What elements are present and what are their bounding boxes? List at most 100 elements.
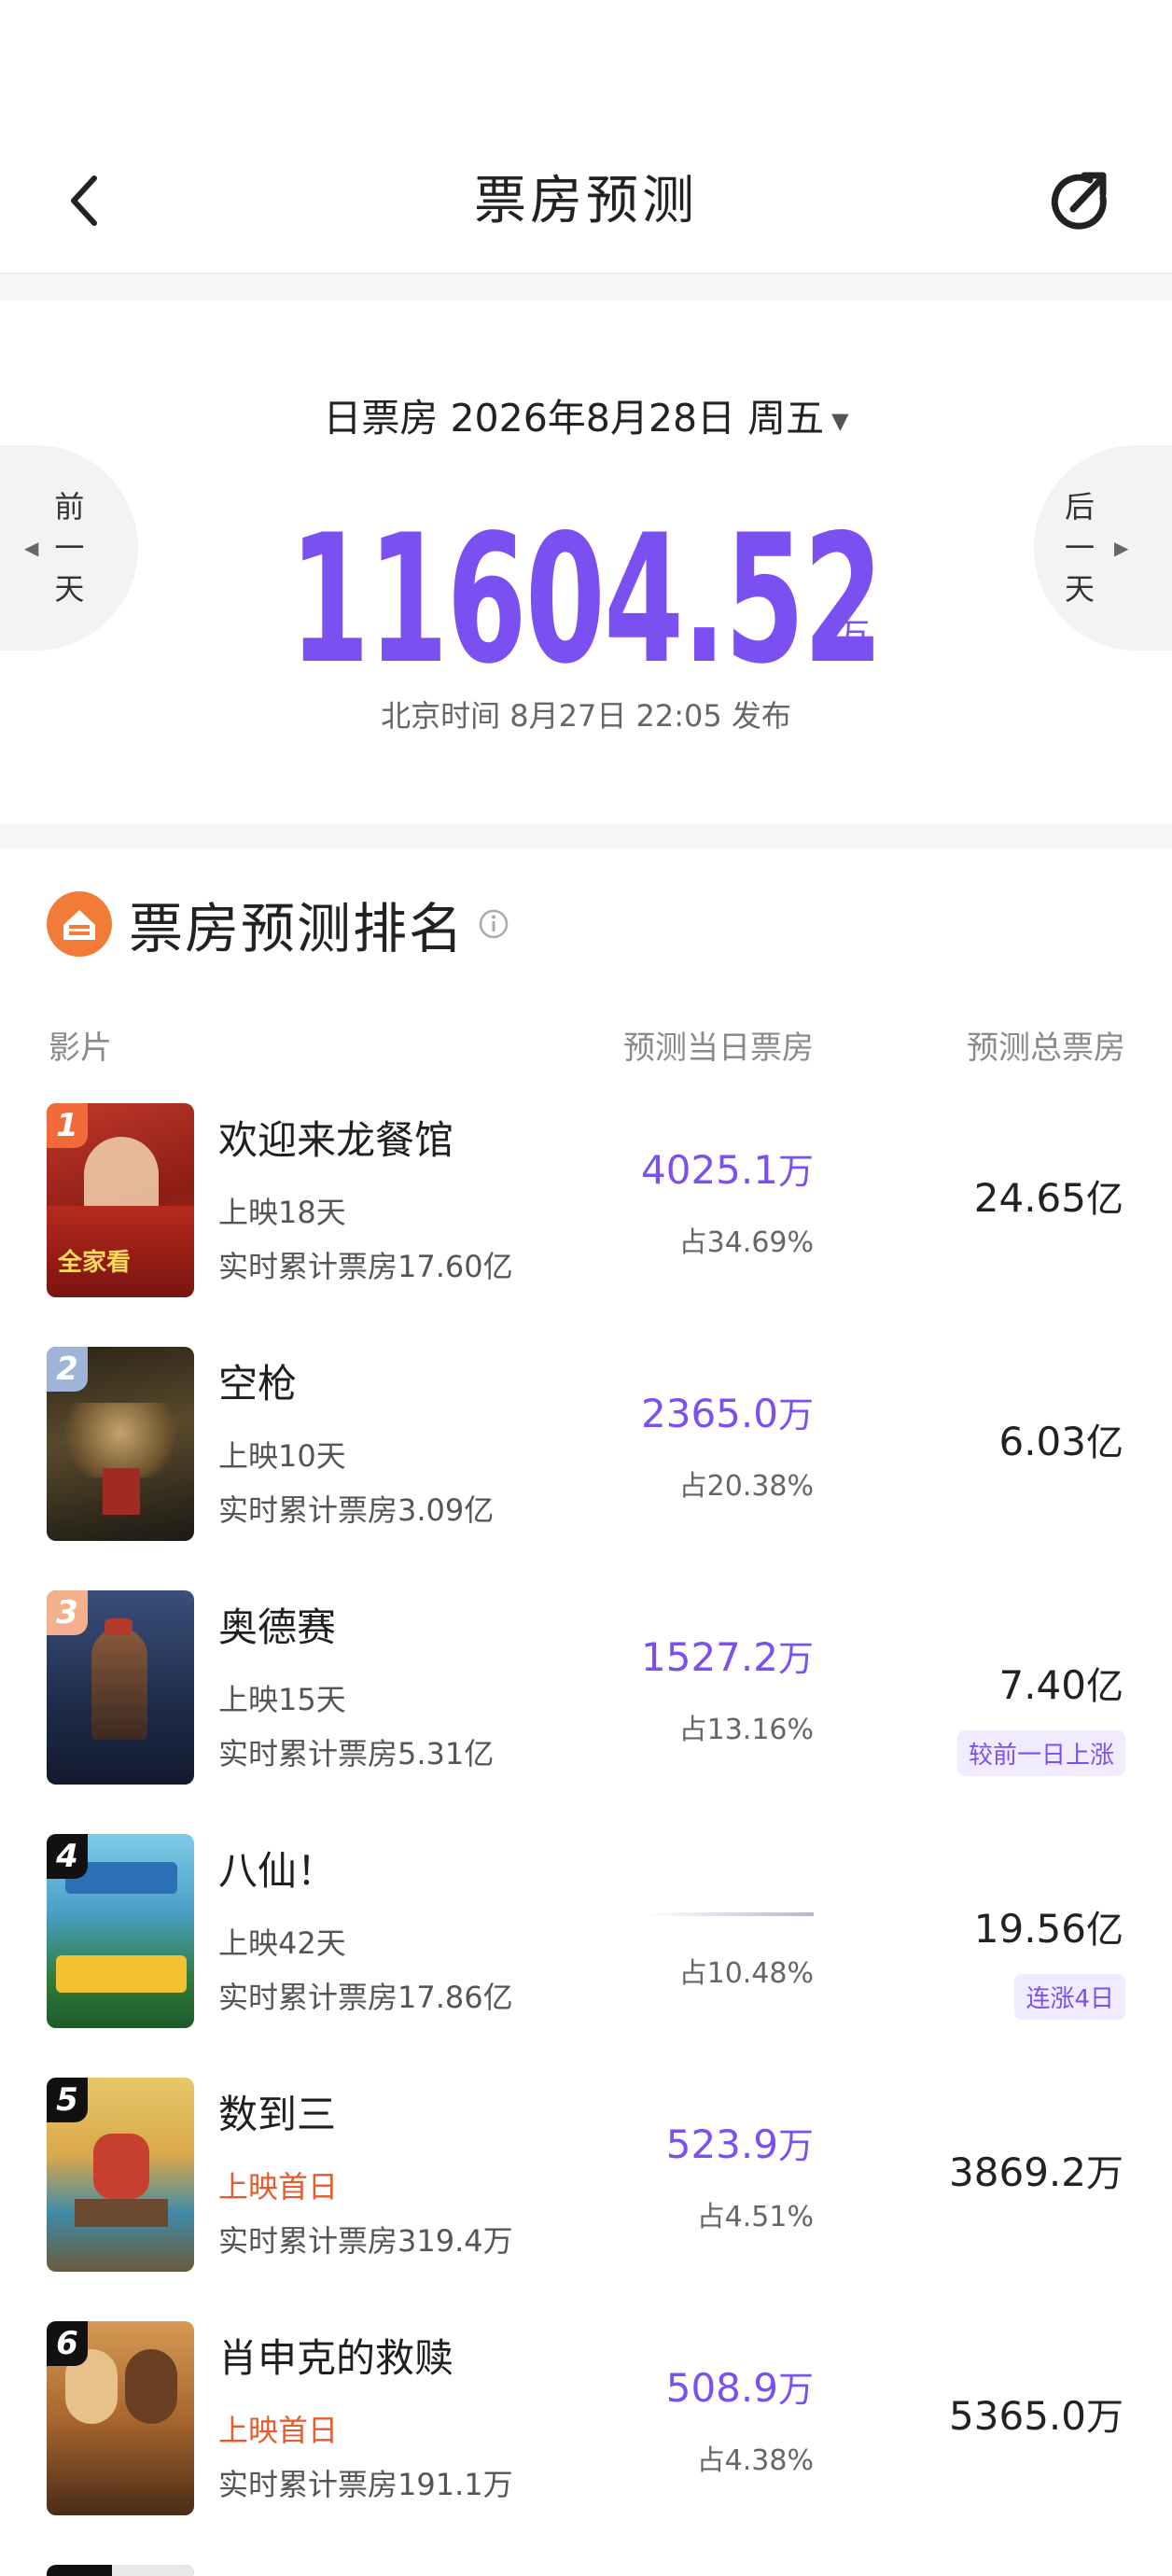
column-header-total[interactable]: 预测总票房 xyxy=(967,1022,1125,1068)
cumulative-box-office: 实时累计票房319.4万 xyxy=(218,2223,513,2259)
film-row[interactable]: 3 奥德赛 上映15天 实时累计票房5.31亿 1527.2万 占13.16% … xyxy=(0,1590,1172,1833)
market-share: 占20.38% xyxy=(678,1470,814,1503)
film-name: 奥德赛 xyxy=(218,1604,337,1650)
dropdown-caret-icon: ▼ xyxy=(831,408,849,434)
app-header: 票房预测 xyxy=(0,0,1172,273)
column-header-film: 影片 xyxy=(49,1029,112,1067)
predicted-total: 19.56亿 xyxy=(974,1899,1123,1953)
rank-badge: 6 xyxy=(47,2321,88,2366)
predicted-total-unit: 亿 xyxy=(1086,1421,1123,1464)
predicted-total-value: 19.56 xyxy=(973,1906,1086,1952)
predicted-total-unit: 亿 xyxy=(1086,1665,1123,1708)
predicted-daily: 1527.2万 xyxy=(641,1630,814,1681)
column-header-daily: 预测当日票房 xyxy=(623,1029,814,1067)
predicted-total-unit: 亿 xyxy=(1086,1909,1123,1952)
market-share: 占34.69% xyxy=(678,1226,814,1259)
predicted-daily-value: 2365.0 xyxy=(641,1391,778,1436)
predicted-total: 3869.2万 xyxy=(949,2143,1123,2197)
market-share: 占4.38% xyxy=(696,2444,814,2477)
film-poster: 2 xyxy=(47,1347,194,1541)
film-poster: 3 xyxy=(47,1590,194,1785)
date-label: 日票房 2026年8月28日 周五 xyxy=(323,396,825,441)
rank-badge: 3 xyxy=(47,1590,88,1635)
share-refresh-icon xyxy=(1051,172,1107,230)
predicted-daily-value: 1527.2 xyxy=(641,1634,778,1680)
page-title: 票房预测 xyxy=(474,171,698,231)
trend-tag: 连涨4日 xyxy=(1014,1974,1125,2020)
section-gap xyxy=(0,274,1172,301)
cumulative-box-office: 实时累计票房191.1万 xyxy=(218,2467,513,2502)
predicted-total-value: 7.40 xyxy=(998,1662,1086,1708)
total-value-number: 11604.52 xyxy=(289,497,884,703)
predicted-total-value: 24.65 xyxy=(973,1175,1086,1221)
predicted-total-value: 3869.2 xyxy=(949,2149,1086,2195)
daily-box-office-summary: 日票房 2026年8月28日 周五 ▼ ◀ 前 一 天 11604.52 万 后 … xyxy=(0,301,1172,823)
loading-placeholder xyxy=(646,1912,814,1916)
film-row[interactable]: 5 数到三 上映首日 实时累计票房319.4万 523.9万 占4.51% 38… xyxy=(0,2078,1172,2320)
predicted-daily-unit: 万 xyxy=(777,1394,814,1435)
cumulative-box-office: 实时累计票房3.09亿 xyxy=(218,1492,495,1528)
film-row[interactable]: 6 肖申克的救赎 上映首日 实时累计票房191.1万 508.9万 占4.38%… xyxy=(0,2321,1172,2564)
predicted-total-unit: 亿 xyxy=(1086,1178,1123,1221)
next-day-char: 后 xyxy=(1064,489,1095,525)
predicted-daily-value: 4025.1 xyxy=(641,1147,778,1193)
ticket-logo-icon xyxy=(47,891,112,957)
predicted-daily-unit: 万 xyxy=(777,2125,814,2166)
film-poster: 5 xyxy=(47,2078,194,2272)
film-row[interactable]: 全家看 1 欢迎来龙餐馆 上映18天 实时累计票房17.60亿 4025.1万 … xyxy=(0,1103,1172,1346)
film-poster: 全家看 1 xyxy=(47,1103,194,1297)
cumulative-box-office: 实时累计票房17.60亿 xyxy=(218,1249,513,1284)
predicted-total: 6.03亿 xyxy=(998,1412,1123,1466)
release-days: 上映42天 xyxy=(218,1925,346,1961)
trend-tag: 较前一日上涨 xyxy=(956,1730,1125,1776)
film-name: 数到三 xyxy=(218,2092,337,2137)
predicted-daily-value: 523.9 xyxy=(665,2121,778,2167)
release-days: 上映10天 xyxy=(218,1438,346,1474)
film-row[interactable]: 2 空枪 上映10天 实时累计票房3.09亿 2365.0万 占20.38% 6… xyxy=(0,1347,1172,1589)
market-share: 占4.51% xyxy=(696,2201,814,2233)
predicted-total: 5365.0万 xyxy=(949,2387,1123,2441)
triangle-right-icon: ▶ xyxy=(1114,537,1129,559)
film-name: 欢迎来龙餐馆 xyxy=(218,1117,454,1163)
date-selector[interactable]: 日票房 2026年8月28日 周五 ▼ xyxy=(0,386,1172,442)
film-name: 空枪 xyxy=(218,1361,298,1407)
total-value-unit: 万 xyxy=(836,617,871,655)
predicted-daily-value: 508.9 xyxy=(665,2365,778,2411)
release-days: 上映首日 xyxy=(218,2413,339,2448)
total-box-office-value: 11604.52 xyxy=(0,497,1172,703)
ranking-heading: 票房预测排名 xyxy=(129,897,466,960)
cumulative-box-office: 实时累计票房17.86亿 xyxy=(218,1980,513,2015)
predicted-total: 24.65亿 xyxy=(974,1169,1123,1223)
rank-badge: 2 xyxy=(47,1347,88,1392)
predicted-total-unit: 万 xyxy=(1086,2152,1123,2195)
next-day-label: 后 一 天 xyxy=(1064,486,1095,609)
release-days: 上映18天 xyxy=(218,1195,346,1230)
predicted-total: 7.40亿 xyxy=(998,1656,1123,1710)
next-day-char: 一 xyxy=(1064,530,1095,566)
release-days: 上映首日 xyxy=(218,2169,339,2205)
info-icon[interactable] xyxy=(478,908,509,940)
film-poster: 4 xyxy=(47,1834,194,2028)
publish-time-note: 北京时间 8月27日 22:05 发布 xyxy=(381,698,791,734)
share-button[interactable] xyxy=(1047,168,1116,237)
predicted-daily-unit: 万 xyxy=(777,1638,814,1679)
predicted-daily: 4025.1万 xyxy=(641,1142,814,1194)
cumulative-box-office: 实时累计票房5.31亿 xyxy=(218,1736,495,1771)
section-gap xyxy=(0,823,1172,849)
film-name: 肖申克的救赎 xyxy=(218,2335,454,2381)
predicted-daily: 523.9万 xyxy=(666,2117,814,2168)
predicted-total-unit: 万 xyxy=(1086,2396,1123,2439)
predicted-total-value: 6.03 xyxy=(998,1419,1086,1464)
predicted-daily-unit: 万 xyxy=(777,1151,814,1192)
release-days: 上映15天 xyxy=(218,1682,346,1717)
rank-badge: 4 xyxy=(47,1834,88,1879)
film-poster: 6 xyxy=(47,2321,194,2515)
predicted-daily: 508.9万 xyxy=(666,2360,814,2412)
predicted-daily-unit: 万 xyxy=(777,2369,814,2410)
market-share: 占13.16% xyxy=(678,1714,814,1746)
market-share: 占10.48% xyxy=(678,1957,814,1990)
rank-badge: 1 xyxy=(47,1103,88,1148)
predicted-total-value: 5365.0 xyxy=(949,2393,1086,2439)
film-row[interactable]: 4 八仙！ 上映42天 实时累计票房17.86亿 占10.48% 19.56亿 … xyxy=(0,1834,1172,2077)
rank-badge: 5 xyxy=(47,2078,88,2122)
